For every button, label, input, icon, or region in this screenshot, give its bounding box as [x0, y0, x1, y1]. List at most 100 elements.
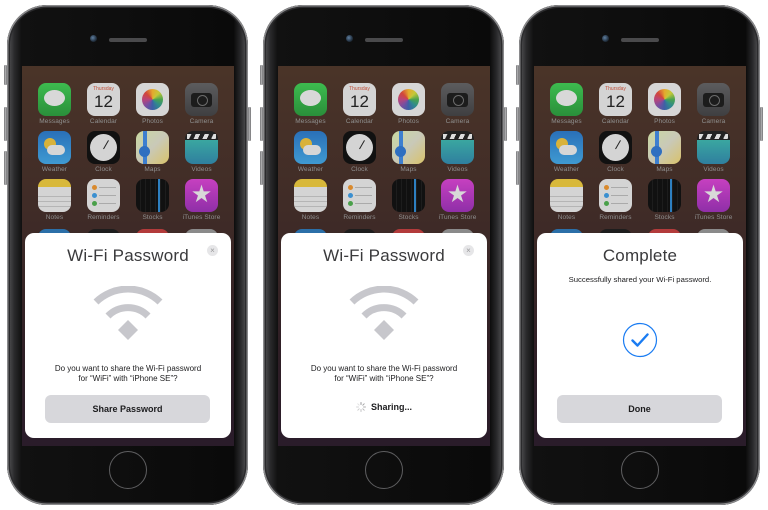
done-button[interactable]: Done	[557, 395, 722, 423]
calendar-date: 12	[350, 92, 369, 111]
app-photos[interactable]: Photos	[640, 83, 689, 125]
notes-icon	[294, 179, 327, 212]
stocks-icon	[648, 179, 681, 212]
star-icon: ★	[190, 181, 213, 208]
checkmark-icon	[622, 322, 658, 358]
app-videos[interactable]: Videos	[689, 131, 738, 173]
close-icon: ×	[210, 246, 215, 255]
maps-icon	[648, 131, 681, 164]
app-reminders[interactable]: Reminders	[591, 179, 640, 221]
earpiece-speaker	[108, 38, 147, 42]
app-label: Reminders	[599, 214, 632, 221]
maps-icon	[136, 131, 169, 164]
app-clock[interactable]: Clock	[335, 131, 384, 173]
app-camera[interactable]: Camera	[689, 83, 738, 125]
app-reminders[interactable]: Reminders	[79, 179, 128, 221]
photos-icon	[392, 83, 425, 116]
app-label: Camera	[189, 118, 214, 125]
earpiece-speaker	[364, 38, 403, 42]
app-clock[interactable]: Clock	[591, 131, 640, 173]
message-line-2: for “WiFi” with “iPhone SE”?	[78, 374, 178, 383]
app-grid: Messages Thursday 12 Calendar Photos Camera We…	[534, 83, 746, 221]
app-calendar[interactable]: Thursday 12 Calendar	[335, 83, 384, 125]
app-stocks[interactable]: Stocks	[384, 179, 433, 221]
app-notes[interactable]: Notes	[286, 179, 335, 221]
app-itunes-store[interactable]: ★ iTunes Store	[689, 179, 738, 221]
message-line-2: for “WiFi” with “iPhone SE”?	[334, 374, 434, 383]
app-grid: Messages Thursday 12 Calendar Photos Camera We…	[22, 83, 234, 221]
app-itunes-store[interactable]: ★ iTunes Store	[433, 179, 482, 221]
app-stocks[interactable]: Stocks	[640, 179, 689, 221]
app-label: iTunes Store	[438, 214, 477, 221]
messages-icon	[38, 83, 71, 116]
app-label: iTunes Store	[694, 214, 733, 221]
close-button[interactable]: ×	[207, 245, 218, 256]
front-camera	[346, 35, 353, 42]
calendar-icon: Thursday 12	[343, 83, 376, 116]
app-videos[interactable]: Videos	[433, 131, 482, 173]
app-label: Videos	[703, 166, 724, 173]
power-button	[760, 107, 763, 141]
volume-up-button	[516, 107, 519, 141]
app-notes[interactable]: Notes	[30, 179, 79, 221]
app-calendar[interactable]: Thursday 12 Calendar	[79, 83, 128, 125]
weather-icon	[294, 131, 327, 164]
dialog-title: Wi-Fi Password	[67, 246, 189, 265]
photos-icon	[136, 83, 169, 116]
app-label: Clock	[351, 166, 368, 173]
app-weather[interactable]: Weather	[30, 131, 79, 173]
maps-icon	[392, 131, 425, 164]
app-maps[interactable]: Maps	[384, 131, 433, 173]
app-photos[interactable]: Photos	[384, 83, 433, 125]
app-notes[interactable]: Notes	[542, 179, 591, 221]
app-label: Clock	[607, 166, 624, 173]
star-icon: ★	[446, 181, 469, 208]
app-photos[interactable]: Photos	[128, 83, 177, 125]
app-messages[interactable]: Messages	[30, 83, 79, 125]
app-camera[interactable]: Camera	[177, 83, 226, 125]
home-button[interactable]	[620, 451, 659, 489]
app-reminders[interactable]: Reminders	[335, 179, 384, 221]
app-label: Maps	[656, 166, 673, 173]
app-messages[interactable]: Messages	[286, 83, 335, 125]
dialog-title: Wi-Fi Password	[323, 246, 445, 265]
app-weather[interactable]: Weather	[542, 131, 591, 173]
app-label: Notes	[557, 214, 576, 221]
app-maps[interactable]: Maps	[128, 131, 177, 173]
messages-icon	[550, 83, 583, 116]
app-label: Maps	[144, 166, 161, 173]
iphone-prompt: Messages Thursday 12 Calendar Photos Camera We…	[4, 5, 251, 505]
app-label: iTunes Store	[182, 214, 221, 221]
reminders-icon	[87, 179, 120, 212]
share-password-button[interactable]: Share Password	[45, 395, 210, 423]
app-weather[interactable]: Weather	[286, 131, 335, 173]
close-button[interactable]: ×	[463, 245, 474, 256]
home-button[interactable]	[364, 451, 403, 489]
app-maps[interactable]: Maps	[640, 131, 689, 173]
app-clock[interactable]: Clock	[79, 131, 128, 173]
app-camera[interactable]: Camera	[433, 83, 482, 125]
camera-icon	[697, 83, 730, 116]
app-label: Calendar	[89, 118, 118, 125]
app-videos[interactable]: Videos	[177, 131, 226, 173]
wifi-password-dialog: Wi-Fi Password × Do you want to share th…	[25, 233, 231, 438]
app-messages[interactable]: Messages	[542, 83, 591, 125]
calendar-date: 12	[606, 92, 625, 111]
app-label: Stocks	[654, 214, 675, 221]
screen: Messages Thursday 12 Calendar Photos Camera We…	[534, 66, 746, 446]
app-stocks[interactable]: Stocks	[128, 179, 177, 221]
app-grid: Messages Thursday 12 Calendar Photos Camera We…	[278, 83, 490, 221]
volume-down-button	[516, 151, 519, 185]
home-button[interactable]	[108, 451, 147, 489]
app-label: Weather	[41, 166, 68, 173]
app-label: Camera	[701, 118, 726, 125]
app-label: Videos	[191, 166, 212, 173]
app-calendar[interactable]: Thursday 12 Calendar	[591, 83, 640, 125]
stocks-icon	[392, 179, 425, 212]
message-line-1: Do you want to share the Wi-Fi password	[54, 364, 202, 373]
dialog-message: Do you want to share the Wi-Fi password …	[281, 364, 487, 384]
app-itunes-store[interactable]: ★ iTunes Store	[177, 179, 226, 221]
app-label: Weather	[297, 166, 324, 173]
videos-icon	[441, 131, 474, 164]
volume-up-button	[260, 107, 263, 141]
